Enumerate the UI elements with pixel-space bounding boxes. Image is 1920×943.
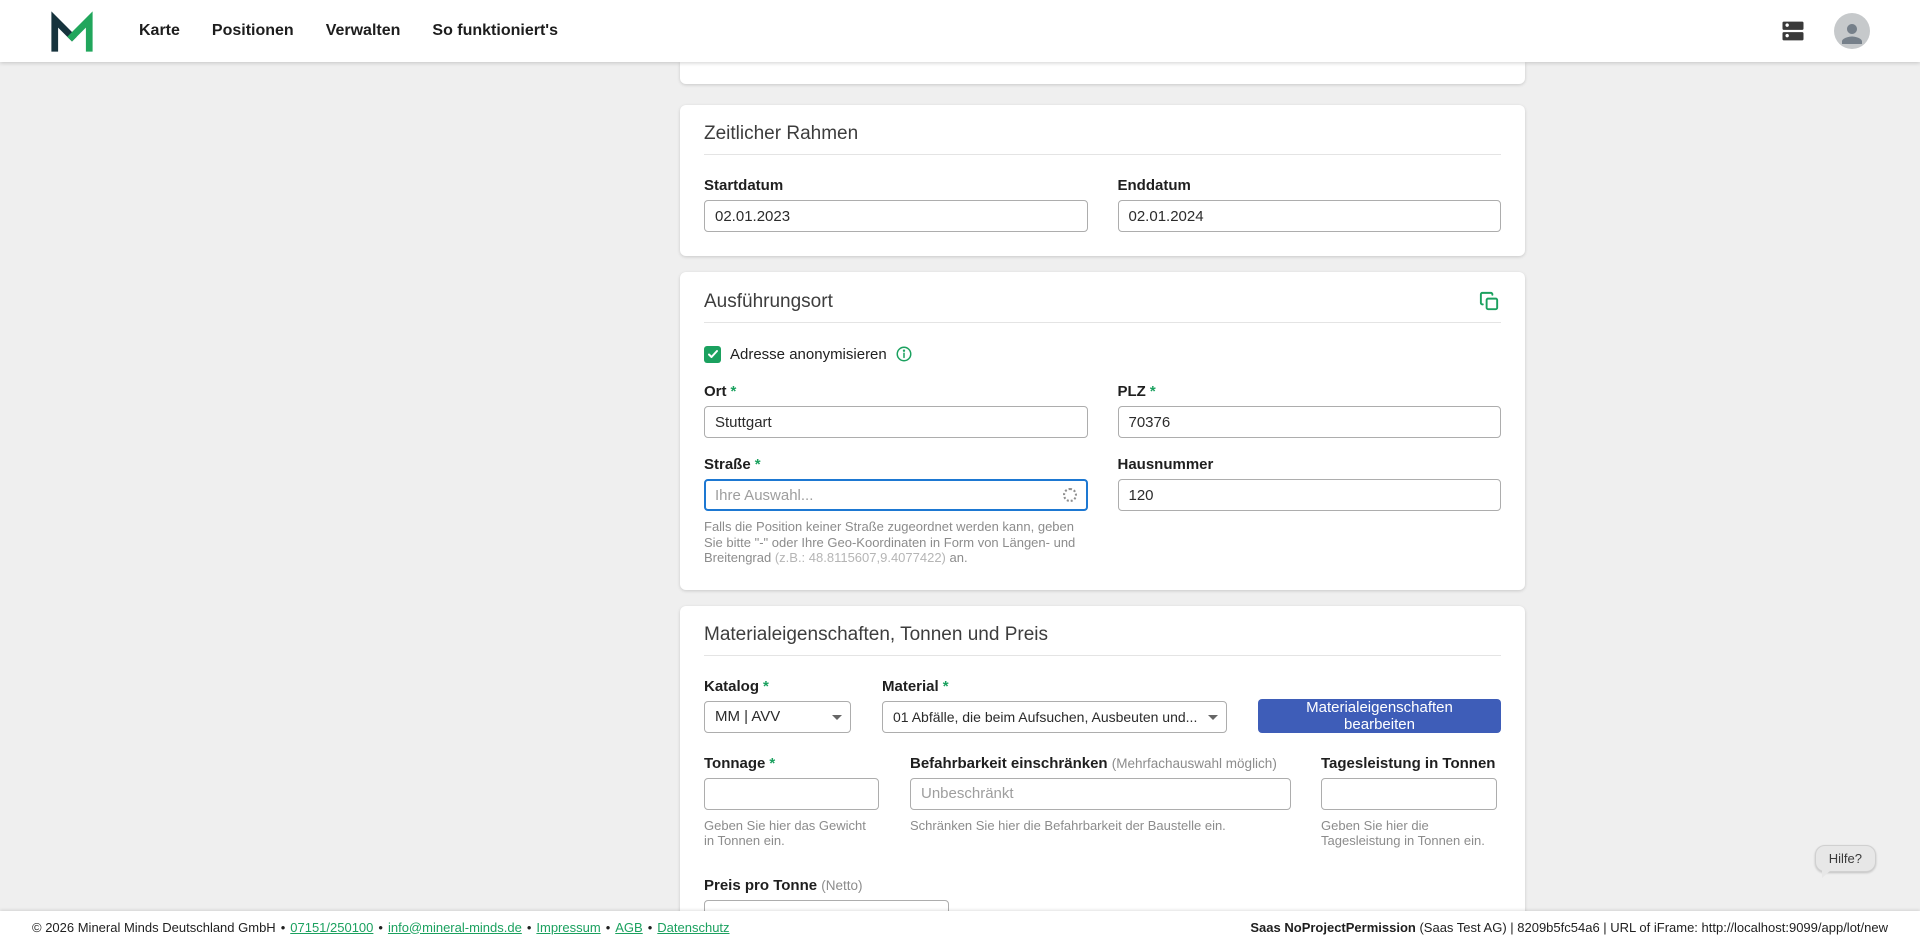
nav-item-positionen[interactable]: Positionen: [212, 22, 294, 40]
footer: © 2026 Mineral Minds Deutschland GmbH • …: [0, 911, 1920, 943]
nav-item-karte[interactable]: Karte: [139, 22, 180, 40]
field-material: Material* 01 Abfälle, die beim Aufsuchen…: [882, 678, 1227, 733]
required-marker: *: [763, 678, 769, 695]
main-content: Zeitlicher Rahmen Startdatum Enddatum Au…: [0, 62, 1920, 943]
footer-link-agb[interactable]: AGB: [615, 920, 642, 935]
befahrbarkeit-input[interactable]: [910, 778, 1291, 810]
user-avatar[interactable]: [1834, 13, 1870, 49]
anonymize-row: Adresse anonymisieren: [704, 345, 1501, 363]
info-icon[interactable]: [895, 345, 913, 363]
divider: [704, 154, 1501, 155]
divider: [704, 322, 1501, 323]
nav-item-verwalten[interactable]: Verwalten: [326, 22, 401, 40]
card-location-title: Ausführungsort: [704, 291, 833, 313]
card-timeframe: Zeitlicher Rahmen Startdatum Enddatum: [680, 105, 1525, 256]
enddatum-input[interactable]: [1118, 200, 1502, 232]
edit-material-properties-button[interactable]: Materialeigenschaften bearbeiten: [1258, 699, 1501, 733]
session-name: Saas NoProjectPermission: [1250, 920, 1415, 935]
ort-label: Ort*: [704, 383, 1088, 400]
befahrbarkeit-label: Befahrbarkeit einschränken (Mehrfachausw…: [910, 755, 1291, 772]
tagesleistung-hint: Geben Sie hier die Tagesleistung in Tonn…: [1321, 818, 1497, 849]
tagesleistung-label: Tagesleistung in Tonnen: [1321, 755, 1497, 772]
field-ort: Ort*: [704, 383, 1088, 438]
main-nav: Karte Positionen Verwalten So funktionie…: [139, 22, 558, 40]
required-marker: *: [1150, 383, 1156, 400]
hausnummer-label: Hausnummer: [1118, 456, 1502, 473]
strasse-hint: Falls die Position keiner Straße zugeord…: [704, 519, 1088, 566]
field-enddatum: Enddatum: [1118, 177, 1502, 232]
material-label: Material*: [882, 678, 1227, 695]
person-icon: [1837, 19, 1867, 49]
session-details: (Saas Test AG) | 8209b5fc54a6 | URL of i…: [1416, 920, 1888, 935]
footer-session-info: Saas NoProjectPermission (Saas Test AG) …: [1250, 920, 1888, 935]
footer-link-phone[interactable]: 07151/250100: [290, 920, 373, 935]
logo-mark: [49, 9, 95, 53]
separator: •: [378, 920, 383, 935]
ort-input[interactable]: [704, 406, 1088, 438]
field-plz: PLZ*: [1118, 383, 1502, 438]
field-startdatum: Startdatum: [704, 177, 1088, 232]
startdatum-label: Startdatum: [704, 177, 1088, 194]
required-marker: *: [943, 678, 949, 695]
enddatum-label: Enddatum: [1118, 177, 1502, 194]
required-marker: *: [731, 383, 737, 400]
befahrbarkeit-hint: Schränken Sie hier die Befahrbarkeit der…: [910, 818, 1291, 834]
strasse-label: Straße*: [704, 456, 1088, 473]
plz-label: PLZ*: [1118, 383, 1502, 400]
tonnage-input[interactable]: [704, 778, 879, 810]
katalog-select[interactable]: MM | AVV: [704, 701, 851, 733]
nav-right: [1778, 13, 1870, 49]
server-stack-icon[interactable]: [1778, 16, 1808, 46]
field-hausnummer: Hausnummer: [1118, 456, 1502, 566]
footer-link-email[interactable]: info@mineral-minds.de: [388, 920, 522, 935]
material-select[interactable]: 01 Abfälle, die beim Aufsuchen, Ausbeute…: [882, 701, 1227, 733]
card-material: Materialeigenschaften, Tonnen und Preis …: [680, 606, 1525, 943]
top-nav: Karte Positionen Verwalten So funktionie…: [0, 0, 1920, 62]
plz-input[interactable]: [1118, 406, 1502, 438]
startdatum-input[interactable]: [704, 200, 1088, 232]
hausnummer-input[interactable]: [1118, 479, 1502, 511]
divider: [704, 655, 1501, 656]
copyright-text: © 2026 Mineral Minds Deutschland GmbH: [32, 920, 276, 935]
chevron-down-icon: [1208, 715, 1218, 720]
copy-icon[interactable]: [1478, 290, 1501, 313]
field-katalog: Katalog* MM | AVV: [704, 678, 851, 733]
field-strasse: Straße* Falls die Position keiner Straße…: [704, 456, 1088, 566]
footer-link-impressum[interactable]: Impressum: [536, 920, 600, 935]
field-befahrbarkeit: Befahrbarkeit einschränken (Mehrfachausw…: [910, 755, 1291, 849]
footer-left: © 2026 Mineral Minds Deutschland GmbH • …: [32, 920, 730, 935]
card-material-title: Materialeigenschaften, Tonnen und Preis: [704, 624, 1501, 646]
field-tagesleistung: Tagesleistung in Tonnen Geben Sie hier d…: [1321, 755, 1497, 849]
separator: •: [527, 920, 532, 935]
tagesleistung-input[interactable]: [1321, 778, 1497, 810]
anonymize-checkbox[interactable]: [704, 346, 721, 363]
required-marker: *: [755, 456, 761, 473]
card-location: Ausführungsort Adresse anonymisieren: [680, 272, 1525, 590]
app-logo[interactable]: [49, 8, 97, 54]
tonnage-label: Tonnage*: [704, 755, 879, 772]
check-icon: [707, 348, 719, 360]
card-timeframe-title: Zeitlicher Rahmen: [704, 123, 1501, 145]
anonymize-label: Adresse anonymisieren: [730, 346, 887, 363]
nav-item-so-funktionierts[interactable]: So funktioniert's: [432, 22, 558, 40]
loading-spinner-icon: [1063, 488, 1077, 502]
strasse-input[interactable]: [704, 479, 1088, 511]
form-column: Zeitlicher Rahmen Startdatum Enddatum Au…: [680, 62, 1525, 943]
footer-link-datenschutz[interactable]: Datenschutz: [657, 920, 729, 935]
field-tonnage: Tonnage* Geben Sie hier das Gewicht in T…: [704, 755, 879, 849]
preis-label: Preis pro Tonne (Netto): [704, 877, 1501, 894]
chevron-down-icon: [832, 715, 842, 720]
separator: •: [648, 920, 653, 935]
card-partial-top: [680, 62, 1525, 84]
help-button[interactable]: Hilfe?: [1815, 845, 1876, 872]
separator: •: [281, 920, 286, 935]
tonnage-hint: Geben Sie hier das Gewicht in Tonnen ein…: [704, 818, 879, 849]
required-marker: *: [769, 755, 775, 772]
katalog-label: Katalog*: [704, 678, 851, 695]
separator: •: [606, 920, 611, 935]
